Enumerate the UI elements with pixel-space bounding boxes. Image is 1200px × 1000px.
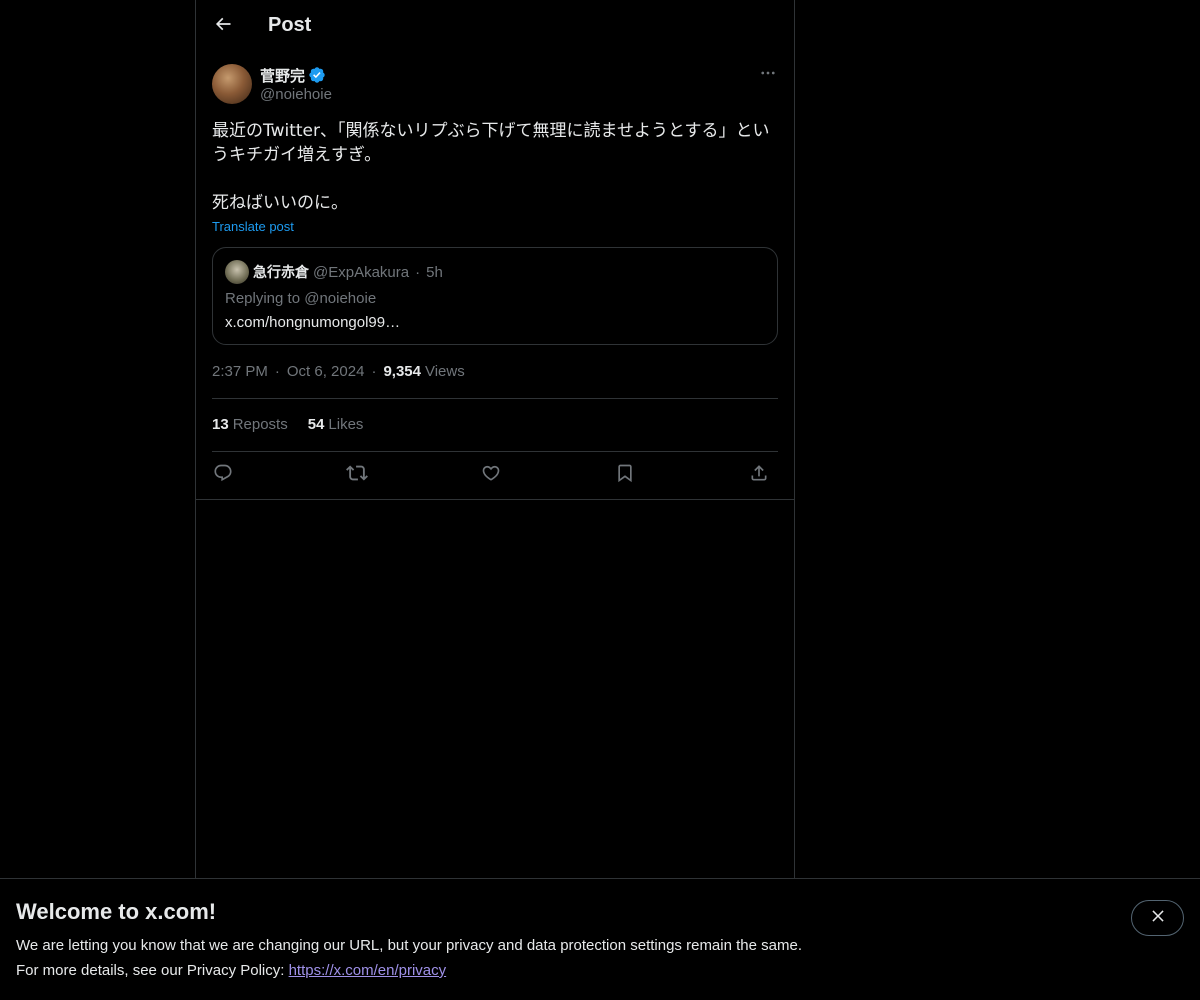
quote-timestamp: 5h: [426, 263, 443, 281]
reposts-label: Reposts: [232, 416, 288, 433]
likes-label: Likes: [328, 416, 364, 433]
more-options-button[interactable]: [752, 62, 784, 88]
divider: [196, 499, 794, 500]
likes-stat[interactable]: 54 Likes: [308, 416, 364, 433]
post-date[interactable]: Oct 6, 2024: [287, 363, 365, 380]
bookmark-icon: [615, 463, 635, 488]
divider: [212, 451, 778, 452]
post-meta: 2:37 PM · Oct 6, 2024 · 9,354 Views: [212, 363, 465, 380]
repost-icon: [346, 462, 368, 489]
arrow-left-icon: [213, 14, 233, 39]
close-icon: [1149, 907, 1167, 930]
banner-close-button[interactable]: [1131, 900, 1184, 936]
quote-separator: ·: [415, 263, 421, 281]
reposts-count: 13: [212, 416, 229, 433]
post-time[interactable]: 2:37 PM: [212, 363, 268, 380]
back-button[interactable]: [206, 9, 240, 43]
author-name[interactable]: 菅野完: [260, 65, 305, 86]
bookmark-button[interactable]: [610, 460, 640, 490]
privacy-policy-link[interactable]: https://x.com/en/privacy: [289, 962, 447, 979]
primary-column: Post 菅野完 @noiehoie 最近のTwitter、「関係ないリプぶら下…: [195, 0, 795, 1000]
like-icon: [481, 463, 501, 488]
quote-header: 急行赤倉 @ExpAkakura · 5h: [253, 262, 443, 282]
avatar[interactable]: [212, 64, 252, 104]
meta-separator: ·: [371, 363, 377, 380]
views-count: 9,354: [383, 363, 421, 380]
quoted-post[interactable]: 急行赤倉 @ExpAkakura · 5h Replying to @noieh…: [212, 247, 778, 345]
banner-privacy-line: For more details, see our Privacy Policy…: [16, 962, 446, 979]
quote-avatar: [225, 260, 249, 284]
more-horizontal-icon: [759, 64, 777, 87]
post-header: Post: [196, 0, 794, 54]
meta-separator: ·: [274, 363, 280, 380]
repost-button[interactable]: [342, 460, 372, 490]
reply-button[interactable]: [208, 460, 238, 490]
quote-author-handle: @ExpAkakura: [313, 263, 410, 281]
verified-badge-icon: [308, 66, 326, 84]
share-icon: [749, 463, 769, 488]
banner-title: Welcome to x.com!: [16, 899, 217, 924]
share-button[interactable]: [744, 460, 774, 490]
reply-icon: [213, 463, 233, 488]
like-button[interactable]: [476, 460, 506, 490]
reposts-stat[interactable]: 13 Reposts: [212, 416, 288, 433]
quote-link-text: x.com/hongnumongol99…: [225, 314, 401, 331]
quote-replying-to: Replying to @noiehoie: [225, 290, 377, 307]
post-text: 最近のTwitter、「関係ないリプぶら下げて無理に読ませようとする」というキチ…: [212, 121, 770, 213]
quote-author-name: 急行赤倉: [253, 265, 309, 281]
divider: [212, 398, 778, 399]
author-handle[interactable]: @noiehoie: [260, 86, 332, 103]
welcome-banner: Welcome to x.com! We are letting you kno…: [0, 878, 1200, 1000]
views-label: Views: [424, 363, 465, 380]
post-actions: [212, 460, 778, 490]
likes-count: 54: [307, 416, 325, 433]
banner-privacy-prefix: For more details, see our Privacy Policy…: [16, 962, 289, 979]
page-title: Post: [268, 14, 312, 36]
banner-message: We are letting you know that we are chan…: [16, 937, 802, 954]
post-stats: 13 Reposts 54 Likes: [212, 416, 383, 433]
author-name-row[interactable]: 菅野完: [260, 65, 326, 85]
translate-post-link[interactable]: Translate post: [212, 219, 294, 234]
